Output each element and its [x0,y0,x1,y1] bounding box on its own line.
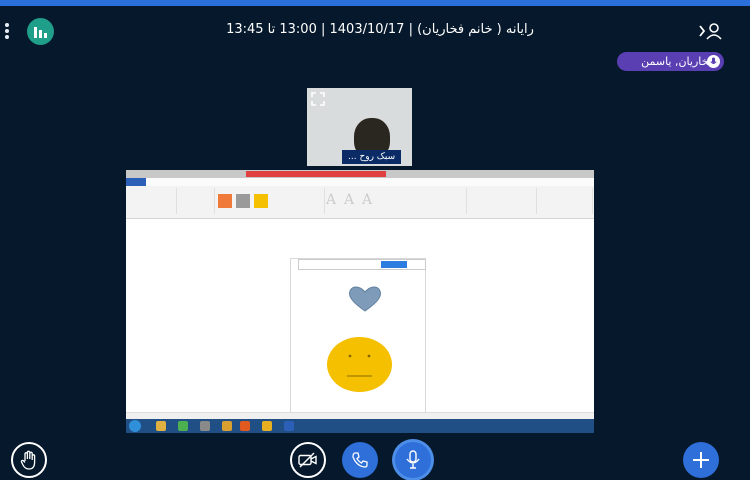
user-list-toggle[interactable] [696,20,726,42]
actions-button[interactable] [683,442,719,478]
plus-icon [693,452,709,468]
options-kebab-icon[interactable] [4,22,10,40]
hand-icon [20,450,36,470]
fullscreen-icon[interactable] [311,92,325,106]
screenshare-view: A A A [126,170,594,433]
microphone-icon [707,55,720,68]
talker-name: فخاریان, یاسمن [641,55,714,68]
smiley-shape [327,337,392,392]
start-orb-icon [129,420,141,432]
talking-indicator[interactable]: فخاریان, یاسمن [617,52,724,71]
camera-off-icon [298,452,317,468]
bar-chart-icon [34,27,47,38]
leave-audio-button[interactable] [342,442,378,478]
raise-hand-button[interactable] [11,442,47,478]
shared-app-ribbon: A A A [126,170,594,219]
sharing-notice-bar [298,259,426,270]
webcam-video[interactable]: سبک روح ... [307,88,412,166]
top-accent-bar [0,0,750,6]
stop-sharing-button [381,261,407,268]
heart-shape [349,286,381,312]
meeting-title: رایانه ( خانم فخاریان) | 1403/10/17 | 13… [226,22,534,37]
mute-button[interactable] [395,442,431,478]
user-icon [699,23,722,40]
shared-os-taskbar [126,419,594,433]
camera-toggle-button[interactable] [290,442,326,478]
webcam-user-name: سبک روح ... [342,150,402,164]
document-canvas [126,219,594,433]
phone-icon [352,452,368,468]
microphone-icon [406,450,420,469]
stats-button[interactable] [27,18,54,45]
